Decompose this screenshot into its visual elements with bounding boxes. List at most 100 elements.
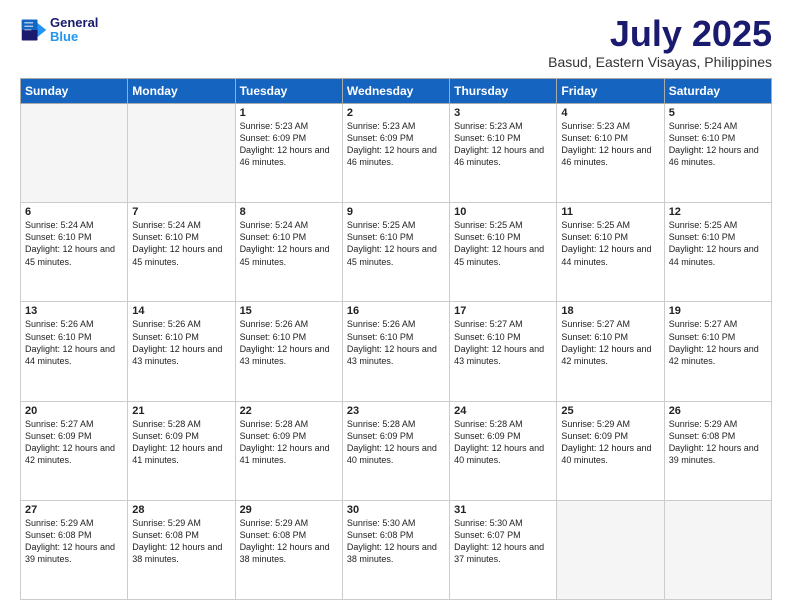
day-number: 22 (240, 405, 338, 417)
day-info: Sunrise: 5:28 AM Sunset: 6:09 PM Dayligh… (347, 418, 445, 467)
day-number: 23 (347, 405, 445, 417)
day-info: Sunrise: 5:27 AM Sunset: 6:09 PM Dayligh… (25, 418, 123, 467)
day-cell (21, 104, 128, 203)
day-cell: 18Sunrise: 5:27 AM Sunset: 6:10 PM Dayli… (557, 302, 664, 401)
day-number: 27 (25, 504, 123, 516)
header: General Blue July 2025 Basud, Eastern Vi… (20, 16, 772, 70)
day-info: Sunrise: 5:28 AM Sunset: 6:09 PM Dayligh… (240, 418, 338, 467)
day-number: 30 (347, 504, 445, 516)
logo-line2: Blue (50, 30, 98, 44)
day-number: 18 (561, 305, 659, 317)
week-row-4: 20Sunrise: 5:27 AM Sunset: 6:09 PM Dayli… (21, 401, 772, 500)
day-cell: 29Sunrise: 5:29 AM Sunset: 6:08 PM Dayli… (235, 500, 342, 599)
day-number: 11 (561, 206, 659, 218)
day-cell: 19Sunrise: 5:27 AM Sunset: 6:10 PM Dayli… (664, 302, 771, 401)
week-row-1: 1Sunrise: 5:23 AM Sunset: 6:09 PM Daylig… (21, 104, 772, 203)
day-cell: 23Sunrise: 5:28 AM Sunset: 6:09 PM Dayli… (342, 401, 449, 500)
col-header-thursday: Thursday (450, 79, 557, 104)
day-info: Sunrise: 5:24 AM Sunset: 6:10 PM Dayligh… (669, 120, 767, 169)
col-header-wednesday: Wednesday (342, 79, 449, 104)
day-cell: 22Sunrise: 5:28 AM Sunset: 6:09 PM Dayli… (235, 401, 342, 500)
day-cell: 15Sunrise: 5:26 AM Sunset: 6:10 PM Dayli… (235, 302, 342, 401)
day-info: Sunrise: 5:28 AM Sunset: 6:09 PM Dayligh… (132, 418, 230, 467)
day-number: 26 (669, 405, 767, 417)
day-number: 20 (25, 405, 123, 417)
day-number: 25 (561, 405, 659, 417)
day-info: Sunrise: 5:29 AM Sunset: 6:08 PM Dayligh… (240, 517, 338, 566)
day-cell: 20Sunrise: 5:27 AM Sunset: 6:09 PM Dayli… (21, 401, 128, 500)
month-title: July 2025 (548, 16, 772, 52)
day-cell: 24Sunrise: 5:28 AM Sunset: 6:09 PM Dayli… (450, 401, 557, 500)
logo: General Blue (20, 16, 98, 45)
day-cell: 8Sunrise: 5:24 AM Sunset: 6:10 PM Daylig… (235, 203, 342, 302)
day-info: Sunrise: 5:26 AM Sunset: 6:10 PM Dayligh… (25, 318, 123, 367)
day-cell: 4Sunrise: 5:23 AM Sunset: 6:10 PM Daylig… (557, 104, 664, 203)
day-number: 1 (240, 107, 338, 119)
title-block: July 2025 Basud, Eastern Visayas, Philip… (548, 16, 772, 70)
day-info: Sunrise: 5:29 AM Sunset: 6:08 PM Dayligh… (132, 517, 230, 566)
day-cell: 13Sunrise: 5:26 AM Sunset: 6:10 PM Dayli… (21, 302, 128, 401)
day-number: 24 (454, 405, 552, 417)
day-number: 29 (240, 504, 338, 516)
day-number: 3 (454, 107, 552, 119)
day-number: 17 (454, 305, 552, 317)
day-info: Sunrise: 5:24 AM Sunset: 6:10 PM Dayligh… (25, 219, 123, 268)
day-info: Sunrise: 5:25 AM Sunset: 6:10 PM Dayligh… (347, 219, 445, 268)
day-number: 8 (240, 206, 338, 218)
calendar: SundayMondayTuesdayWednesdayThursdayFrid… (20, 78, 772, 600)
logo-line1: General (50, 16, 98, 30)
day-cell: 31Sunrise: 5:30 AM Sunset: 6:07 PM Dayli… (450, 500, 557, 599)
day-number: 7 (132, 206, 230, 218)
page: General Blue July 2025 Basud, Eastern Vi… (0, 0, 792, 612)
day-cell: 10Sunrise: 5:25 AM Sunset: 6:10 PM Dayli… (450, 203, 557, 302)
day-info: Sunrise: 5:26 AM Sunset: 6:10 PM Dayligh… (132, 318, 230, 367)
day-number: 19 (669, 305, 767, 317)
col-header-saturday: Saturday (664, 79, 771, 104)
day-info: Sunrise: 5:29 AM Sunset: 6:09 PM Dayligh… (561, 418, 659, 467)
day-cell: 9Sunrise: 5:25 AM Sunset: 6:10 PM Daylig… (342, 203, 449, 302)
day-number: 5 (669, 107, 767, 119)
day-cell: 7Sunrise: 5:24 AM Sunset: 6:10 PM Daylig… (128, 203, 235, 302)
col-header-friday: Friday (557, 79, 664, 104)
day-number: 12 (669, 206, 767, 218)
day-cell: 28Sunrise: 5:29 AM Sunset: 6:08 PM Dayli… (128, 500, 235, 599)
day-info: Sunrise: 5:29 AM Sunset: 6:08 PM Dayligh… (669, 418, 767, 467)
day-number: 14 (132, 305, 230, 317)
day-number: 10 (454, 206, 552, 218)
day-number: 21 (132, 405, 230, 417)
day-cell: 14Sunrise: 5:26 AM Sunset: 6:10 PM Dayli… (128, 302, 235, 401)
week-row-2: 6Sunrise: 5:24 AM Sunset: 6:10 PM Daylig… (21, 203, 772, 302)
day-cell: 26Sunrise: 5:29 AM Sunset: 6:08 PM Dayli… (664, 401, 771, 500)
day-cell: 1Sunrise: 5:23 AM Sunset: 6:09 PM Daylig… (235, 104, 342, 203)
day-number: 13 (25, 305, 123, 317)
logo-text: General Blue (50, 16, 98, 45)
day-number: 28 (132, 504, 230, 516)
day-cell: 30Sunrise: 5:30 AM Sunset: 6:08 PM Dayli… (342, 500, 449, 599)
day-cell: 5Sunrise: 5:24 AM Sunset: 6:10 PM Daylig… (664, 104, 771, 203)
day-number: 31 (454, 504, 552, 516)
col-header-tuesday: Tuesday (235, 79, 342, 104)
day-info: Sunrise: 5:25 AM Sunset: 6:10 PM Dayligh… (561, 219, 659, 268)
week-row-3: 13Sunrise: 5:26 AM Sunset: 6:10 PM Dayli… (21, 302, 772, 401)
col-header-sunday: Sunday (21, 79, 128, 104)
day-cell: 6Sunrise: 5:24 AM Sunset: 6:10 PM Daylig… (21, 203, 128, 302)
day-info: Sunrise: 5:25 AM Sunset: 6:10 PM Dayligh… (669, 219, 767, 268)
day-cell: 17Sunrise: 5:27 AM Sunset: 6:10 PM Dayli… (450, 302, 557, 401)
day-cell (664, 500, 771, 599)
day-info: Sunrise: 5:25 AM Sunset: 6:10 PM Dayligh… (454, 219, 552, 268)
location-subtitle: Basud, Eastern Visayas, Philippines (548, 54, 772, 70)
col-header-monday: Monday (128, 79, 235, 104)
week-row-5: 27 Sunrise: 5:29 AM Sunset: 6:08 PM Dayli… (21, 500, 772, 599)
day-cell: 21Sunrise: 5:28 AM Sunset: 6:09 PM Dayli… (128, 401, 235, 500)
day-number: 2 (347, 107, 445, 119)
day-cell: 2Sunrise: 5:23 AM Sunset: 6:09 PM Daylig… (342, 104, 449, 203)
day-info: Sunrise: 5:23 AM Sunset: 6:09 PM Dayligh… (240, 120, 338, 169)
day-info: Sunrise: 5:26 AM Sunset: 6:10 PM Dayligh… (240, 318, 338, 367)
day-info: Sunrise: 5:23 AM Sunset: 6:10 PM Dayligh… (561, 120, 659, 169)
day-number: 16 (347, 305, 445, 317)
day-cell: 11Sunrise: 5:25 AM Sunset: 6:10 PM Dayli… (557, 203, 664, 302)
day-cell: 16Sunrise: 5:26 AM Sunset: 6:10 PM Dayli… (342, 302, 449, 401)
day-cell: 25Sunrise: 5:29 AM Sunset: 6:09 PM Dayli… (557, 401, 664, 500)
day-info: Sunrise: 5:24 AM Sunset: 6:10 PM Dayligh… (132, 219, 230, 268)
day-info: Sunrise: 5:24 AM Sunset: 6:10 PM Dayligh… (240, 219, 338, 268)
